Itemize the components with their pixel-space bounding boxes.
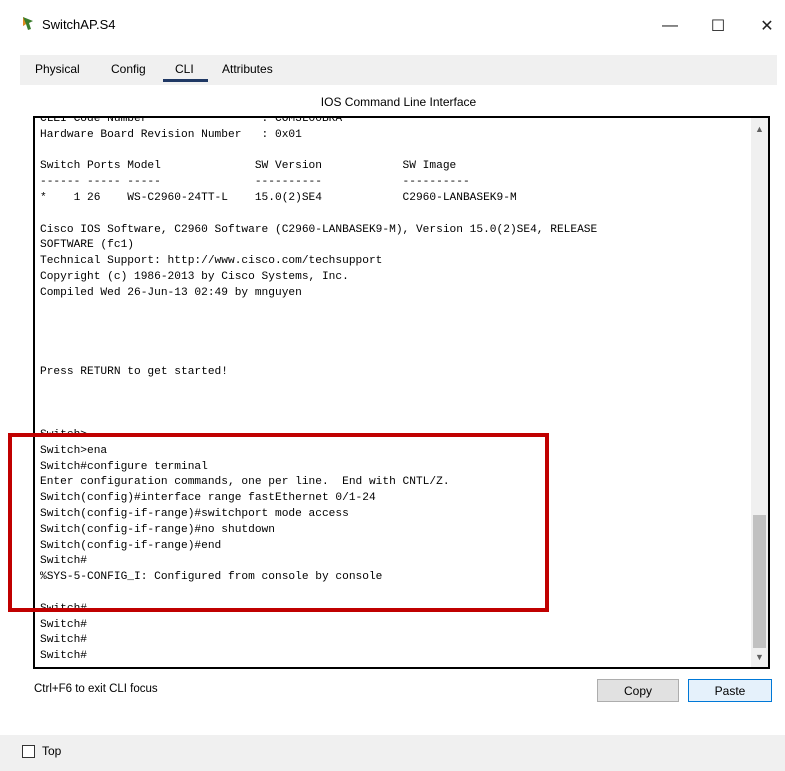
paste-button[interactable]: Paste	[688, 679, 772, 702]
terminal-line: Switch#	[40, 602, 87, 615]
tab-config[interactable]: Config	[111, 62, 146, 76]
terminal-line: Copyright (c) 1986-2013 by Cisco Systems…	[40, 270, 349, 283]
window-title: SwitchAP.S4	[42, 17, 116, 32]
terminal-line: Enter configuration commands, one per li…	[40, 476, 450, 489]
top-checkbox-label: Top	[42, 744, 62, 758]
exit-cli-hint: Ctrl+F6 to exit CLI focus	[34, 683, 158, 695]
cli-tab-content: IOS Command Line Interface Version ID : …	[20, 85, 777, 735]
terminal-line: Switch#configure terminal	[40, 460, 208, 473]
cli-heading: IOS Command Line Interface	[320, 95, 477, 109]
terminal-line: Compiled Wed 26-Jun-13 02:49 by mnguyen	[40, 286, 302, 299]
tab-physical[interactable]: Physical	[35, 62, 80, 76]
terminal-line: SOFTWARE (fc1)	[40, 239, 134, 252]
close-button[interactable]: ✕	[745, 10, 785, 42]
maximize-button[interactable]: ☐	[696, 10, 740, 42]
tab-attributes[interactable]: Attributes	[222, 62, 273, 76]
terminal-output: Version ID : V02CLEI Code Number : COM3L…	[40, 116, 750, 665]
terminal-line: Switch#	[40, 618, 87, 631]
terminal-line: * 1 26 WS-C2960-24TT-L 15.0(2)SE4 C2960-…	[40, 191, 517, 204]
device-panel: Physical Config CLI Attributes IOS Comma…	[20, 55, 777, 735]
terminal-line: %SYS-5-CONFIG_I: Configured from console…	[40, 571, 383, 584]
terminal-line: Switch#	[40, 634, 87, 647]
terminal-line: Technical Support: http://www.cisco.com/…	[40, 255, 383, 268]
cli-bottom-bar: Ctrl+F6 to exit CLI focus Copy Paste	[33, 675, 772, 705]
scroll-up-arrow-icon[interactable]: ▲	[751, 120, 768, 137]
terminal-line: Switch Ports Model SW Version SW Image	[40, 160, 457, 173]
terminal-line: CLEI Code Number : COM3L00BRA	[40, 116, 343, 125]
title-bar[interactable]: SwitchAP.S4 — ☐ ✕	[0, 0, 785, 46]
scroll-thumb[interactable]	[753, 515, 766, 648]
tab-cli[interactable]: CLI	[175, 62, 194, 76]
terminal-line: Switch>	[40, 428, 87, 441]
terminal-line: Cisco IOS Software, C2960 Software (C296…	[40, 223, 598, 236]
terminal-line: Switch(config-if-range)#end	[40, 539, 222, 552]
terminal-scrollbar[interactable]: ▲ ▼	[751, 118, 768, 667]
terminal-line: Hardware Board Revision Number : 0x01	[40, 128, 302, 141]
minimize-button[interactable]: —	[648, 10, 692, 42]
terminal-line: Switch(config)#interface range fastEther…	[40, 492, 376, 505]
terminal-line: Switch>ena	[40, 444, 108, 457]
terminal-line: ------ ----- ----- ---------- ----------	[40, 176, 470, 189]
tab-bar: Physical Config CLI Attributes	[20, 55, 777, 85]
device-window: SwitchAP.S4 — ☐ ✕ Physical Config CLI At…	[0, 0, 785, 771]
terminal-line: Switch(config-if-range)#no shutdown	[40, 523, 275, 536]
scroll-down-arrow-icon[interactable]: ▼	[751, 648, 768, 665]
top-checkbox[interactable]	[22, 745, 35, 758]
terminal-line: Switch(config-if-range)#switchport mode …	[40, 507, 349, 520]
switch-app-icon	[20, 15, 36, 31]
copy-button[interactable]: Copy	[597, 679, 679, 702]
window-footer: Top	[0, 735, 785, 771]
terminal-line: Press RETURN to get started!	[40, 365, 228, 378]
terminal-line: Switch#	[40, 555, 87, 568]
terminal-line: Switch#	[40, 650, 87, 663]
cli-terminal[interactable]: Version ID : V02CLEI Code Number : COM3L…	[33, 116, 770, 669]
active-tab-indicator	[163, 79, 208, 82]
